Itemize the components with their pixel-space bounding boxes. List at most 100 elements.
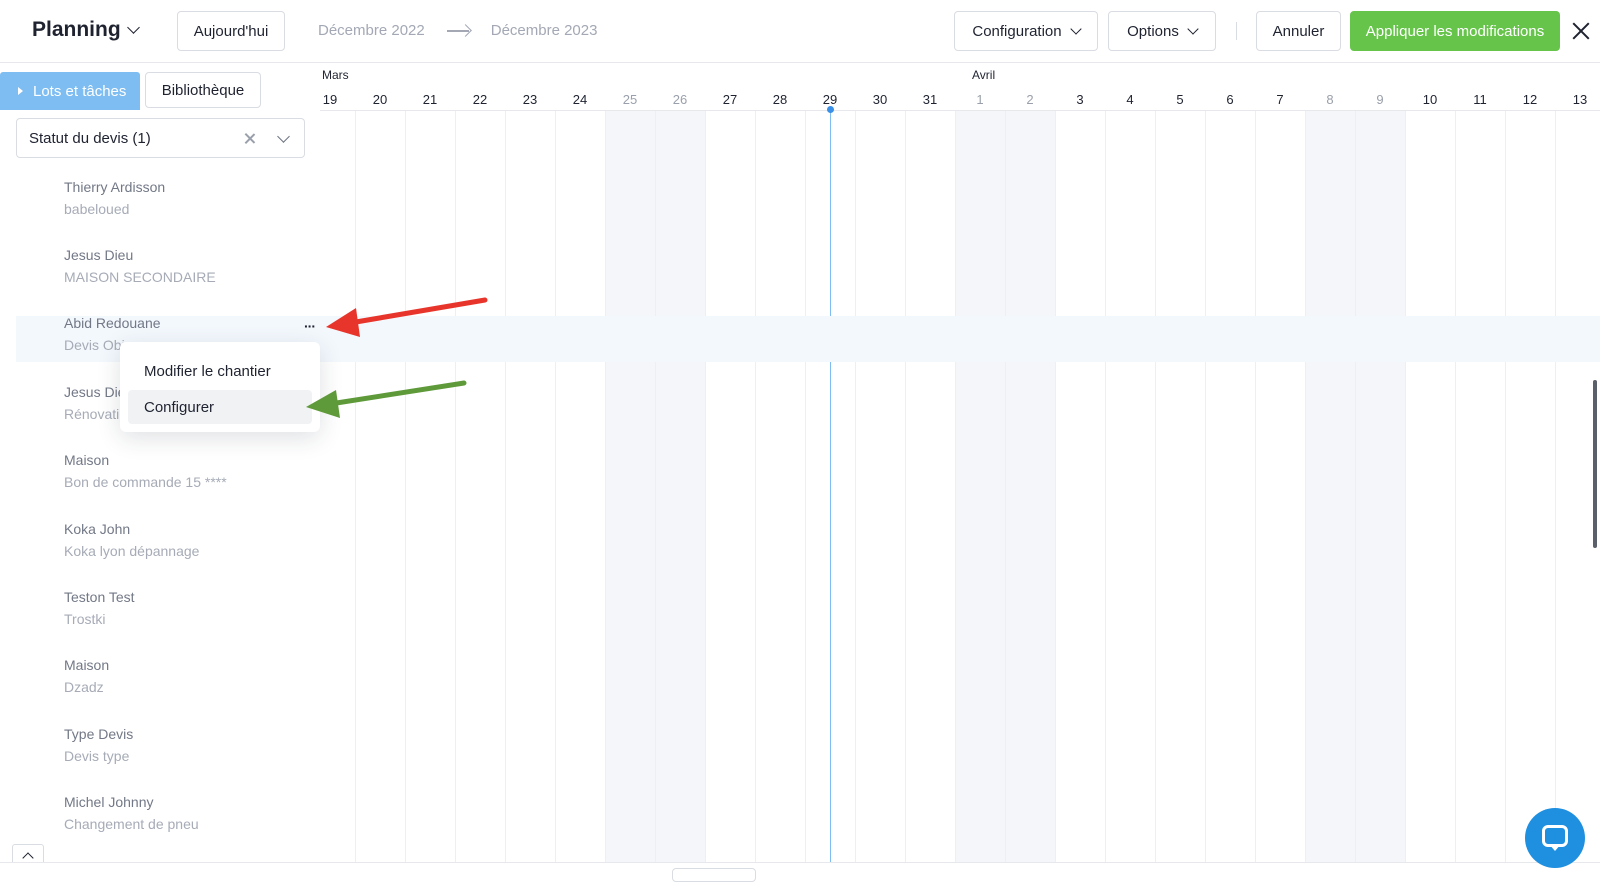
bottom-scroll-area xyxy=(0,862,1600,882)
day-column[interactable] xyxy=(655,110,705,864)
day-label: 20 xyxy=(372,92,388,107)
day-label: 21 xyxy=(422,92,438,107)
project-client: Jesus Dieu xyxy=(64,247,134,263)
gantt-chart: 19 20 21 22 23 24 25 26 27 28 29 30 31 1 2 3 4 5 6 7 8 9 10 11 1… xyxy=(320,64,1600,864)
today-button[interactable]: Aujourd'hui xyxy=(177,11,285,51)
day-column[interactable] xyxy=(1405,110,1455,864)
day-column[interactable] xyxy=(1205,110,1255,864)
chevron-down-icon xyxy=(1187,22,1199,35)
list-item[interactable]: Thierry Ardisson babeloued xyxy=(64,178,314,218)
horizontal-scrollbar[interactable] xyxy=(672,868,756,882)
list-item[interactable]: Maison Dzadz xyxy=(64,656,314,696)
day-column[interactable] xyxy=(705,110,755,864)
date-range-start[interactable]: Décembre 2022 xyxy=(318,22,425,39)
day-column[interactable] xyxy=(605,110,655,864)
caret-right-icon xyxy=(18,87,23,95)
day-column[interactable] xyxy=(555,110,605,864)
tab-bibliotheque[interactable]: Bibliothèque xyxy=(145,72,261,108)
day-column[interactable] xyxy=(405,110,455,864)
apply-changes-button[interactable]: Appliquer les modifications xyxy=(1350,11,1560,51)
vertical-scrollbar[interactable] xyxy=(1593,380,1597,548)
day-label: 27 xyxy=(722,92,738,107)
configuration-label: Configuration xyxy=(972,22,1062,40)
day-column[interactable] xyxy=(1305,110,1355,864)
list-item[interactable]: Michel Johnny Changement de pneu xyxy=(64,793,314,833)
menu-item-edit-site[interactable]: Modifier le chantier xyxy=(128,354,312,388)
day-column[interactable] xyxy=(1505,110,1555,864)
day-column[interactable] xyxy=(320,110,355,864)
project-title: Koka lyon dépannage xyxy=(64,543,200,559)
page-title: Planning xyxy=(32,18,121,41)
options-dropdown[interactable]: Options xyxy=(1108,11,1216,51)
project-title: Trostki xyxy=(64,611,106,627)
project-title: MAISON SECONDAIRE xyxy=(64,269,216,285)
day-column[interactable] xyxy=(1055,110,1105,864)
day-column[interactable] xyxy=(955,110,1005,864)
day-label: 13 xyxy=(1572,92,1588,107)
chevron-down-icon[interactable] xyxy=(277,130,290,143)
configuration-dropdown[interactable]: Configuration xyxy=(954,11,1098,51)
day-column[interactable] xyxy=(505,110,555,864)
project-client: Maison xyxy=(64,452,110,468)
project-client: Abid Redouane xyxy=(64,315,161,331)
day-label: 8 xyxy=(1326,92,1334,107)
filter-label: Statut du devis (1) xyxy=(29,129,151,147)
project-title: Dzadz xyxy=(64,679,104,695)
list-item[interactable]: Maison Bon de commande 15 **** xyxy=(64,451,314,491)
more-options-icon[interactable]: ··· xyxy=(304,318,316,334)
day-label: 19 xyxy=(322,92,338,107)
date-range-end[interactable]: Décembre 2023 xyxy=(491,22,598,39)
chat-support-button[interactable] xyxy=(1525,808,1585,868)
close-icon[interactable] xyxy=(1570,20,1592,42)
planning-view-selector[interactable]: Planning xyxy=(32,18,140,42)
day-column[interactable] xyxy=(1255,110,1305,864)
day-label: 5 xyxy=(1176,92,1184,107)
month-label: Mars xyxy=(322,68,349,82)
day-label: 11 xyxy=(1473,92,1487,107)
day-label: 31 xyxy=(922,92,938,107)
clear-icon[interactable] xyxy=(244,132,256,144)
row-context-menu: Modifier le chantier Configurer xyxy=(120,342,320,432)
day-column[interactable] xyxy=(855,110,905,864)
tab-lots-et-taches[interactable]: Lots et tâches xyxy=(0,72,140,110)
day-label: 1 xyxy=(976,92,984,107)
quote-status-filter[interactable]: Statut du devis (1) xyxy=(16,118,305,158)
day-label: 4 xyxy=(1126,92,1134,107)
list-item[interactable]: Teston Test Trostki xyxy=(64,588,314,628)
project-title: Devis type xyxy=(64,748,130,764)
list-item[interactable]: Koka John Koka lyon dépannage xyxy=(64,520,314,560)
today-line xyxy=(830,109,831,864)
project-title: babeloued xyxy=(64,201,130,217)
day-label: 26 xyxy=(672,92,688,107)
project-client: Thierry Ardisson xyxy=(64,179,166,195)
project-client: Michel Johnny xyxy=(64,794,154,810)
chevron-down-icon xyxy=(1069,22,1082,35)
day-label: 12 xyxy=(1522,92,1538,107)
date-range: Décembre 2022 Décembre 2023 xyxy=(318,22,597,39)
day-column[interactable] xyxy=(455,110,505,864)
cancel-button[interactable]: Annuler xyxy=(1256,11,1341,51)
project-client: Teston Test xyxy=(64,589,135,605)
day-column[interactable] xyxy=(905,110,955,864)
day-column[interactable] xyxy=(1155,110,1205,864)
top-bar: Planning Aujourd'hui Décembre 2022 Décem… xyxy=(0,0,1600,63)
list-item[interactable]: Type Devis Devis type xyxy=(64,725,314,765)
day-column[interactable] xyxy=(755,110,805,864)
day-label: 2 xyxy=(1026,92,1034,107)
day-label: 22 xyxy=(472,92,488,107)
menu-item-configure[interactable]: Configurer xyxy=(128,390,312,424)
day-column[interactable] xyxy=(1355,110,1405,864)
divider xyxy=(1236,22,1237,40)
day-column[interactable] xyxy=(1455,110,1505,864)
list-item[interactable]: Jesus Dieu MAISON SECONDAIRE xyxy=(64,246,314,286)
day-column[interactable] xyxy=(355,110,405,864)
day-label: 29 xyxy=(822,92,838,107)
chevron-down-icon xyxy=(126,21,140,34)
project-title: Bon de commande 15 **** xyxy=(64,474,227,490)
day-column[interactable] xyxy=(1105,110,1155,864)
day-label: 6 xyxy=(1226,92,1234,107)
tab-lots-label: Lots et tâches xyxy=(33,82,127,100)
day-label: 25 xyxy=(622,92,638,107)
chat-bubble-tail-icon xyxy=(1549,844,1561,851)
day-column[interactable] xyxy=(1005,110,1055,864)
